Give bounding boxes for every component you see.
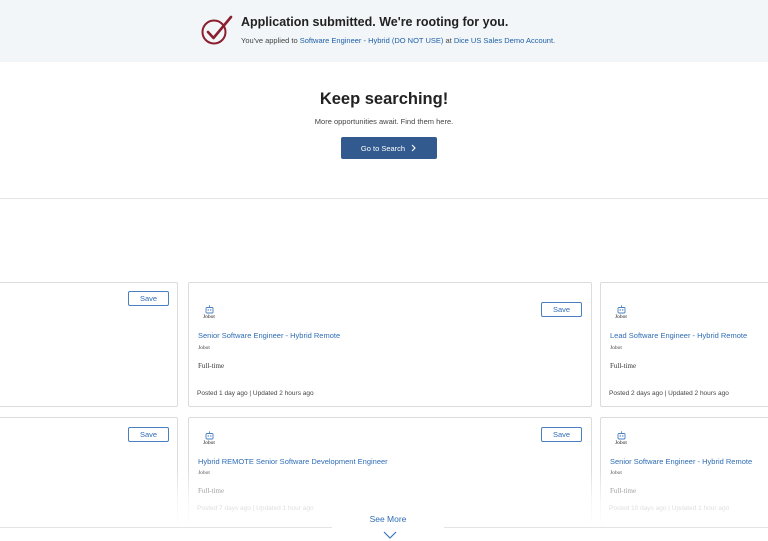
posted-date: Posted 7 days ago | Updated 1 hour ago (197, 505, 314, 512)
posted-date: Posted 2 days ago | Updated 2 hours ago (609, 390, 729, 397)
company-logo: Jobot (198, 305, 220, 323)
applied-job-link[interactable]: Software Engineer - Hybrid (DO NOT USE) (300, 36, 444, 45)
confirmation-banner: Application submitted. We're rooting for… (0, 0, 768, 62)
logo-text: Jobot (203, 440, 215, 446)
company-name: Jobot (610, 345, 622, 351)
job-card[interactable]: Save Jobot Senior Software Engineer - Hy… (188, 282, 592, 407)
job-card[interactable]: Save (0, 417, 178, 527)
see-more-button[interactable]: See More (332, 514, 444, 524)
employment-type: Full-time (198, 487, 225, 495)
posted-date: Posted 1 day ago | Updated 2 hours ago (197, 390, 314, 397)
company-name: Jobot (610, 470, 622, 476)
go-to-search-button[interactable]: Go to Search (341, 137, 437, 159)
job-title-link[interactable]: Lead Software Engineer - Hybrid Remote (610, 331, 747, 340)
job-card[interactable]: Jobot Lead Software Engineer - Hybrid Re… (600, 282, 768, 407)
job-title-link[interactable]: Senior Software Engineer - Hybrid Remote (610, 457, 752, 466)
company-logo: Jobot (610, 431, 632, 449)
section-divider (0, 198, 768, 199)
robot-icon (205, 305, 213, 314)
company-logo: Jobot (198, 431, 220, 449)
save-button[interactable]: Save (541, 302, 582, 317)
go-to-search-label: Go to Search (360, 143, 406, 153)
at-text: at (445, 36, 452, 45)
chevron-right-icon (411, 144, 416, 152)
job-card[interactable]: Save (0, 282, 178, 407)
banner-subtitle: You've applied to Software Engineer - Hy… (241, 36, 555, 45)
job-title-link[interactable]: Senior Software Engineer - Hybrid Remote (198, 331, 340, 340)
banner-title: Application submitted. We're rooting for… (241, 15, 509, 29)
job-card[interactable]: Jobot Senior Software Engineer - Hybrid … (600, 417, 768, 527)
keep-searching-heading: Keep searching! (319, 90, 449, 108)
employment-type: Full-time (198, 362, 225, 370)
keep-searching-subtext: More opportunities await. Find them here… (314, 117, 454, 126)
save-button[interactable]: Save (128, 291, 169, 306)
company-logo: Jobot (610, 305, 632, 323)
save-button[interactable]: Save (128, 427, 169, 442)
period-text: . (553, 36, 556, 45)
chevron-down-icon[interactable] (383, 531, 397, 539)
logo-text: Jobot (615, 440, 627, 446)
company-name: Jobot (198, 345, 210, 351)
company-link[interactable]: Dice US Sales Demo Account (454, 36, 553, 45)
employment-type: Full-time (610, 362, 637, 370)
posted-date: Posted 10 days ago | Updated 1 hour ago (609, 505, 730, 512)
job-title-link[interactable]: Hybrid REMOTE Senior Software Developmen… (198, 457, 388, 466)
company-name: Jobot (198, 470, 210, 476)
save-button[interactable]: Save (541, 427, 582, 442)
employment-type: Full-time (610, 487, 637, 495)
robot-icon (617, 305, 625, 314)
logo-text: Jobot (203, 314, 215, 320)
check-circle-icon (201, 15, 233, 45)
robot-icon (617, 431, 625, 440)
applied-prefix: You've applied to (241, 36, 298, 45)
robot-icon (205, 431, 213, 440)
logo-text: Jobot (615, 314, 627, 320)
